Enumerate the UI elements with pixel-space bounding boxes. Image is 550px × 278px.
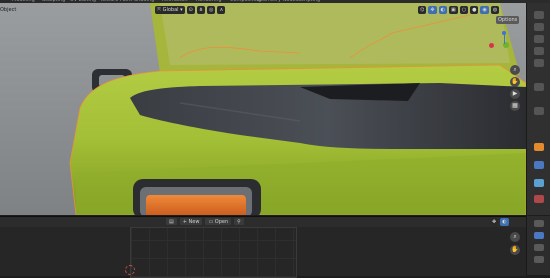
bottom-editor-header: ▤ + New ▭ Open ⚲ ✥ ◐ (0, 217, 526, 227)
zoom-icon[interactable]: ⌕ (510, 232, 520, 242)
viewport-header-center: ⤧ Global ▾ ⊙ ⋔ ◎ ∧ (155, 4, 226, 15)
shading-solid-button[interactable]: ● (470, 5, 479, 14)
shading-wire-icon: ○ (461, 6, 467, 13)
overlays-icon: ◐ (440, 6, 445, 13)
new-button[interactable]: + New (179, 218, 203, 225)
overlays-toggle[interactable]: ◐ (438, 5, 447, 14)
bottom-editor[interactable]: ▤ + New ▭ Open ⚲ ✥ ◐ ⌕ ✋ (0, 216, 526, 278)
open-button[interactable]: ▭ Open (205, 218, 232, 225)
gizmo-toggle[interactable]: ✥ (428, 5, 437, 14)
uv-grid[interactable] (130, 227, 297, 278)
pin-icon: ⚲ (237, 218, 241, 225)
transform-pivot-icon: ⊙ (188, 6, 193, 13)
overlay-toggle-bottom[interactable]: ◐ (500, 218, 509, 226)
tool-icon[interactable] (534, 11, 544, 19)
view-object-types-button[interactable]: ⌬ (418, 5, 427, 14)
shading-material-icon: ◉ (482, 6, 487, 13)
grid-view-icon[interactable]: ▦ (510, 101, 520, 111)
options-label: Options (498, 17, 518, 23)
shading-wire-button[interactable]: ○ (459, 5, 469, 14)
view-layer-icon[interactable] (534, 47, 544, 55)
hand-pan-icon[interactable]: ✋ (510, 77, 520, 87)
shading-material-button[interactable]: ◉ (480, 5, 489, 14)
output-icon[interactable] (534, 35, 544, 43)
plus-icon: + (182, 218, 187, 225)
gizmo-icon: ✥ (492, 219, 497, 225)
shading-solid-icon: ● (472, 6, 477, 13)
properties-tab-strip (526, 3, 550, 215)
overlays-icon: ◐ (502, 219, 507, 225)
falloff-button[interactable]: ∧ (217, 5, 226, 14)
particles-icon[interactable] (534, 161, 544, 169)
proportional-edit-button[interactable]: ◎ (207, 5, 216, 14)
new-label: New (188, 218, 200, 225)
2d-cursor[interactable] (125, 265, 135, 275)
viewport-scene (0, 3, 526, 215)
orientation-icon: ⤧ (157, 6, 162, 13)
bottom-properties-strip (526, 216, 550, 275)
modifier-icon[interactable] (534, 143, 544, 151)
image-icon[interactable] (534, 232, 544, 239)
tool-icon[interactable] (534, 220, 544, 227)
hand-pan-icon[interactable]: ✋ (510, 245, 520, 255)
z-axis-line (504, 34, 505, 44)
mode-label[interactable]: Object (0, 7, 16, 13)
headlight-lens (146, 195, 246, 215)
viewport-header-left: Object (0, 4, 16, 15)
view-object-types-icon: ⌬ (420, 6, 425, 13)
snap-button[interactable]: ⋔ (196, 5, 206, 14)
chevron-down-icon: ▾ (180, 6, 183, 13)
physics-icon[interactable] (534, 179, 544, 187)
open-label: Open (214, 218, 229, 225)
object-icon[interactable] (534, 107, 544, 115)
transform-orientation-label: Global (162, 6, 179, 13)
xray-icon: ▣ (450, 6, 456, 13)
snap-icon: ⋔ (198, 6, 204, 13)
gizmo-toggle-bottom[interactable]: ✥ (490, 218, 499, 226)
world-icon[interactable] (534, 83, 544, 91)
shading-rendered-icon: ◍ (492, 6, 498, 13)
pivot-point-button[interactable]: ⊙ (186, 5, 195, 14)
xray-toggle[interactable]: ▣ (448, 5, 458, 14)
folder-icon: ▭ (208, 218, 214, 225)
options-dropdown[interactable]: Options (496, 16, 520, 24)
scene-icon[interactable] (534, 59, 544, 67)
pin-button[interactable]: ⚲ (234, 218, 244, 225)
browse-button[interactable]: ▤ (166, 218, 177, 225)
falloff-icon: ∧ (219, 6, 224, 13)
bottom-header-right: ✥ ◐ (490, 218, 509, 226)
axis-gizmo[interactable] (488, 29, 522, 63)
camera-view-icon[interactable]: ▶ (510, 89, 520, 99)
data-block-selector: ▤ + New ▭ Open ⚲ (166, 218, 244, 225)
settings-icon[interactable] (534, 256, 544, 263)
proportional-edit-icon: ◎ (209, 6, 214, 13)
3d-viewport[interactable]: Object ⤧ Global ▾ ⊙ ⋔ ◎ ∧ ⌬ ✥ ◐ ▣ ○ ● ◉ … (0, 3, 526, 215)
image-icon: ▤ (169, 218, 174, 225)
view-icon[interactable] (534, 244, 544, 251)
shading-rendered-button[interactable]: ◍ (490, 5, 500, 14)
x-axis-handle[interactable] (489, 43, 494, 48)
transform-orientation-dropdown[interactable]: ⤧ Global ▾ (155, 5, 185, 14)
constraints-icon[interactable] (534, 195, 544, 203)
viewport-header-right: ⌬ ✥ ◐ ▣ ○ ● ◉ ◍ (418, 4, 500, 15)
gizmo-icon: ✥ (430, 6, 435, 13)
zoom-icon[interactable]: ⌕ (510, 65, 520, 75)
render-icon[interactable] (534, 23, 544, 31)
